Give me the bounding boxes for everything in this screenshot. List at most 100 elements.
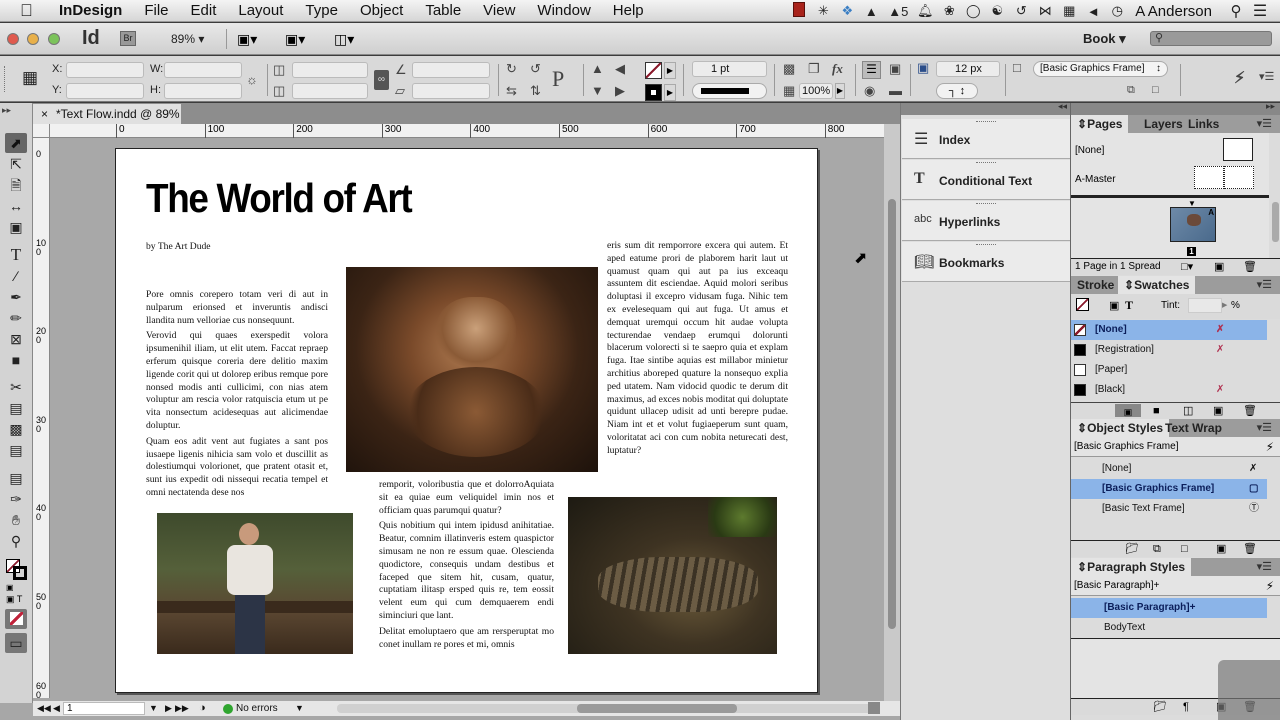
constrain-proportions-icon[interactable]: ☼	[246, 72, 258, 87]
horizontal-scrollbar[interactable]	[337, 704, 872, 713]
create-new-style-icon[interactable]: ▣	[1216, 541, 1226, 557]
opacity-menu-button[interactable]: ▶	[835, 83, 845, 99]
flip-horizontal-icon[interactable]: ⇆	[506, 83, 517, 99]
object-style-item[interactable]: [None] ✗	[1071, 459, 1267, 479]
squirrel-photo[interactable]	[346, 267, 598, 472]
zoom-level-dropdown[interactable]: 89% ▾	[171, 32, 204, 46]
last-page-button[interactable]: ▶▶	[175, 701, 189, 716]
show-gradient-swatches-icon[interactable]: ◫	[1183, 403, 1193, 419]
scissors-tool-icon[interactable]: ✂	[5, 377, 27, 397]
article-title[interactable]: The World of Art	[146, 175, 413, 222]
new-style-group-icon[interactable]: 📁︎	[1153, 699, 1167, 715]
rotate-ccw-icon[interactable]: ↺	[530, 61, 541, 77]
accessibility-icon[interactable]: ☯	[985, 3, 1009, 19]
apply-none-icon[interactable]	[5, 609, 27, 629]
stamp-icon[interactable]: ▲5	[883, 4, 913, 19]
page-number-field[interactable]: 1	[63, 702, 145, 715]
formatting-affects-container-icon[interactable]: ▣ T	[6, 594, 22, 605]
tab-swatches[interactable]: ⇕Swatches	[1118, 276, 1196, 294]
bell-icon[interactable]: 🔔︎	[913, 3, 937, 19]
flask-icon[interactable]: ▲	[859, 4, 883, 19]
control-panel-menu-icon[interactable]: ▾☰	[1259, 70, 1274, 83]
panel-grip[interactable]	[976, 162, 996, 165]
fill-swatch[interactable]	[645, 62, 662, 79]
panel-index[interactable]: ☰ Index	[902, 119, 1070, 159]
create-new-page-icon[interactable]: ▣	[1214, 259, 1224, 275]
x-position-field[interactable]	[66, 62, 144, 78]
panel-grip[interactable]	[976, 121, 996, 124]
content-collector-icon[interactable]: ▣	[5, 217, 27, 237]
zoom-window-button[interactable]	[48, 33, 60, 45]
split-layout-button[interactable]	[868, 702, 880, 714]
spotlight-icon[interactable]: ⚲	[1224, 2, 1248, 20]
rectangle-frame-tool-icon[interactable]: ⊠	[5, 329, 27, 349]
stroke-box[interactable]	[13, 566, 27, 580]
corner-shape-dropdown[interactable]: ┐ ↕	[936, 83, 978, 99]
height-field[interactable]	[164, 83, 242, 99]
dropbox-icon[interactable]: ❖	[835, 3, 859, 19]
clear-attributes-icon[interactable]: □	[1181, 541, 1188, 557]
clear-non-style-attributes-icon[interactable]: □	[1152, 84, 1159, 96]
ruler-origin[interactable]	[33, 124, 50, 138]
object-style-dropdown[interactable]: [Basic Graphics Frame] ↕	[1033, 61, 1168, 77]
select-next-object-icon[interactable]: ▶	[615, 83, 625, 99]
new-swatch-icon[interactable]: ▣	[1213, 403, 1223, 419]
sparkle-icon[interactable]: ✳	[811, 3, 835, 19]
default-fill-stroke-icon[interactable]: ▣	[6, 583, 14, 592]
bridge-button[interactable]: Br	[120, 31, 136, 46]
stroke-swatch[interactable]	[645, 84, 662, 101]
clear-overrides-icon[interactable]: ⧉	[1127, 84, 1135, 97]
byline[interactable]: by The Art Dude	[146, 241, 211, 252]
gap-tool-icon[interactable]: ↔	[5, 196, 27, 216]
tab-links[interactable]: Links	[1182, 115, 1225, 133]
wrap-none-button[interactable]: ☰	[862, 61, 881, 79]
shadow-toggle-icon[interactable]: ❐	[808, 61, 820, 77]
panel-menu-icon[interactable]: ▾☰	[1257, 558, 1272, 576]
constrain-scale-link-icon[interactable]: ∞	[374, 70, 389, 90]
preflight-status[interactable]: No errors	[236, 701, 278, 716]
quick-apply-icon[interactable]: ⚡︎	[1266, 576, 1274, 596]
user-name[interactable]: A Anderson	[1129, 3, 1224, 20]
chat-icon[interactable]: ◯	[961, 3, 985, 19]
paragraph-style-item[interactable]: BodyText	[1071, 618, 1267, 638]
corner-options-icon[interactable]: ▣	[917, 60, 929, 76]
first-page-button[interactable]: ◀◀	[37, 701, 51, 716]
page-menu-button[interactable]: ▼	[149, 701, 158, 716]
apple-icon[interactable]: 	[20, 1, 38, 20]
panel-bookmarks[interactable]: 📖︎ Bookmarks	[902, 242, 1070, 282]
select-previous-object-icon[interactable]: ◀	[615, 61, 625, 77]
wrap-jump-object-icon[interactable]: ▬	[889, 83, 902, 98]
pen-tool-icon[interactable]: ✒	[5, 287, 27, 307]
tab-stroke[interactable]: Stroke	[1071, 276, 1120, 294]
fill-stroke-proxy[interactable]	[1076, 298, 1089, 311]
vertical-scrollbar[interactable]	[884, 124, 900, 701]
edit-page-size-icon[interactable]: □▾	[1181, 259, 1193, 275]
object-style-item[interactable]: [Basic Text Frame] Ⓣ	[1071, 499, 1267, 519]
notification-center-icon[interactable]: ☰	[1248, 1, 1272, 21]
menu-object[interactable]: Object	[349, 2, 414, 19]
bluetooth-icon[interactable]: ⋈	[1033, 3, 1057, 19]
delete-page-icon[interactable]: 🗑︎	[1243, 259, 1257, 275]
panel-conditional-text[interactable]: T Conditional Text	[902, 160, 1070, 200]
master-a-right-thumbnail[interactable]	[1224, 166, 1254, 189]
menu-edit[interactable]: Edit	[180, 2, 228, 19]
corner-size-field[interactable]: 12 px	[936, 61, 1000, 77]
panel-grip[interactable]	[976, 203, 996, 206]
width-field[interactable]	[164, 62, 242, 78]
open-document-icon[interactable]: ◑	[199, 701, 206, 716]
clear-overrides-icon[interactable]: ⧉	[1153, 541, 1161, 557]
swatch-row[interactable]: [None] ✗	[1071, 320, 1267, 340]
panel-hyperlinks[interactable]: abc Hyperlinks	[902, 201, 1070, 241]
page-tool-icon[interactable]: 🗎︎	[5, 175, 27, 195]
horizontal-scroll-thumb[interactable]	[577, 704, 737, 713]
stroke-weight-field[interactable]: 1 pt	[692, 61, 767, 77]
quick-apply-icon[interactable]: ⚡︎	[1234, 68, 1245, 88]
previous-page-button[interactable]: ◀	[53, 701, 60, 716]
swatch-row[interactable]: [Registration] ✗	[1071, 340, 1267, 360]
vertical-scroll-thumb[interactable]	[888, 199, 896, 629]
text-frame-column-2[interactable]: remporit, voloribustia que et dolorroAqu…	[379, 479, 554, 654]
screen-mode-icon[interactable]: ▭	[5, 633, 27, 653]
tab-object-styles[interactable]: ⇕Object Styles	[1071, 419, 1170, 437]
panel-grip[interactable]	[976, 244, 996, 247]
stroke-type-dropdown[interactable]	[692, 83, 767, 99]
